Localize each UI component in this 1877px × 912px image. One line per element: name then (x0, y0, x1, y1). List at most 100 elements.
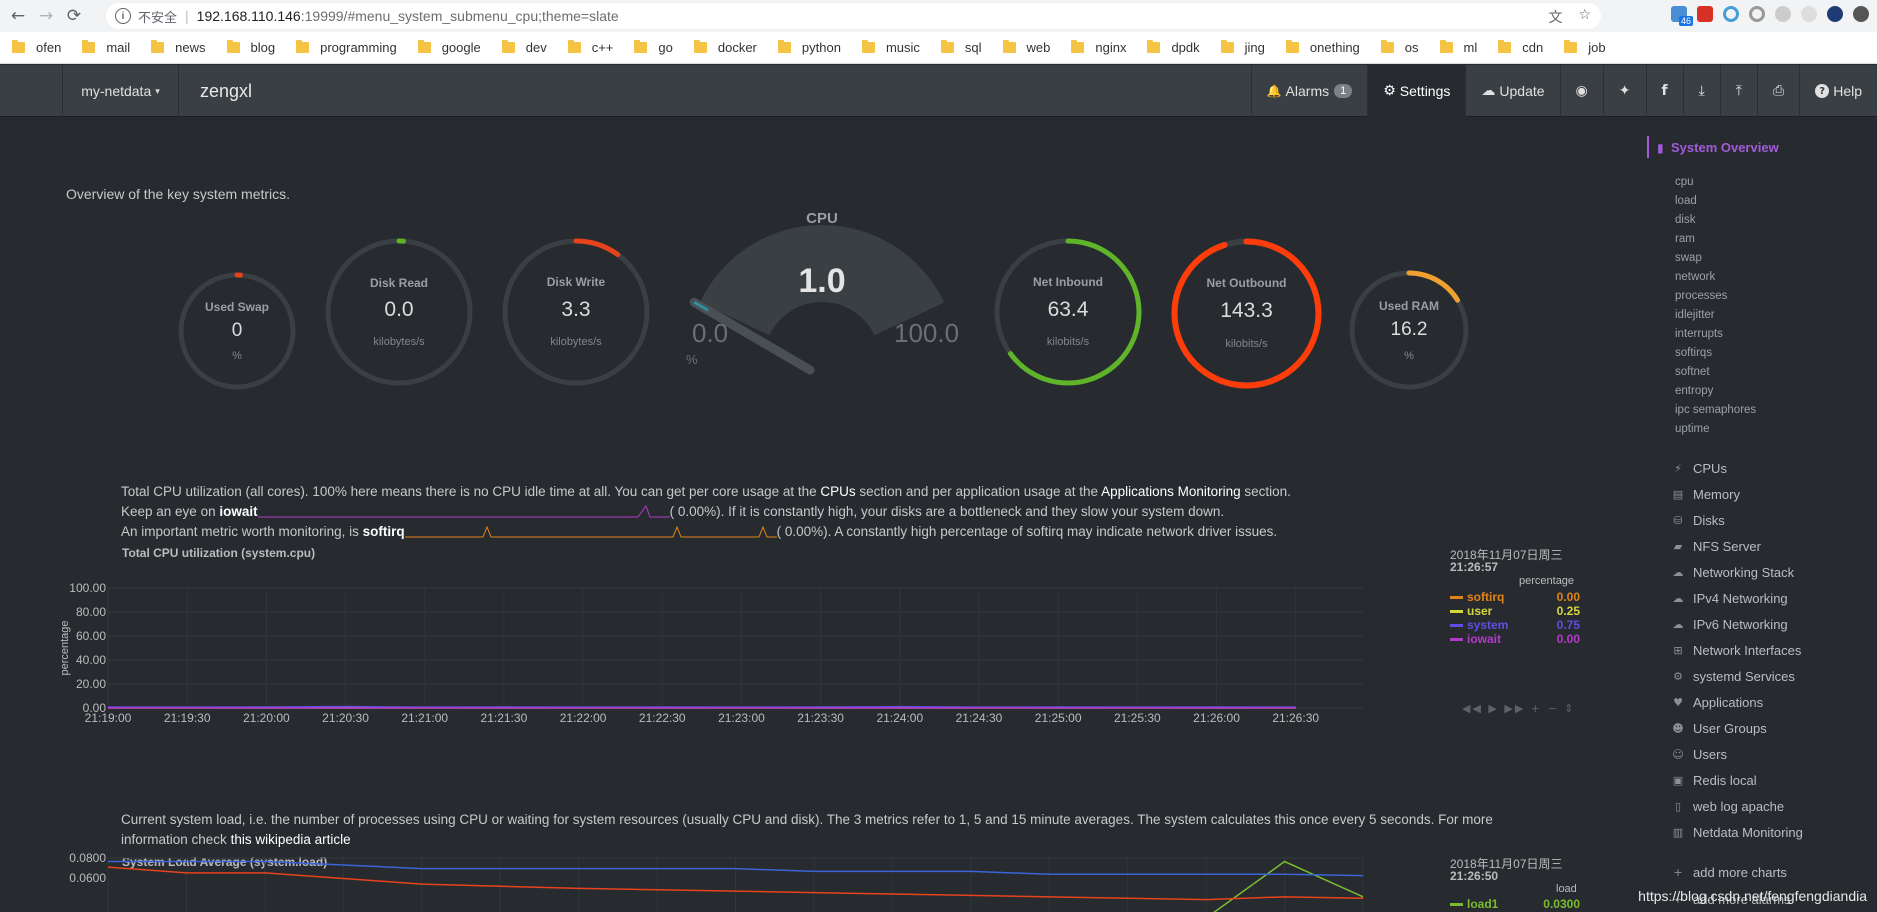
sidebar-item-networking-stack[interactable]: ☁ Networking Stack (1671, 565, 1795, 580)
legend-load1[interactable]: load1 0.0300 (1450, 897, 1580, 911)
used-ram-gauge[interactable]: Used RAM 16.2 % (1347, 268, 1471, 392)
extension-circle-icon[interactable] (1723, 6, 1739, 22)
sidebar-item-nfs-server[interactable]: ▰ NFS Server (1671, 539, 1761, 554)
extension-mail-icon[interactable]: 46 (1671, 6, 1693, 26)
bookmark-news[interactable]: news (151, 40, 206, 55)
my-netdata-menu[interactable]: my-netdata ▾ (62, 65, 179, 117)
bookmark-dev[interactable]: dev (501, 40, 547, 55)
sidebar-item-network-interfaces[interactable]: ⊞ Network Interfaces (1671, 643, 1801, 658)
bookmark-blog[interactable]: blog (226, 40, 275, 55)
sidebar-sub-ipc-semaphores[interactable]: ipc semaphores (1675, 404, 1756, 416)
sidebar-sub-load[interactable]: load (1675, 195, 1697, 207)
sidebar-sub-processes[interactable]: processes (1675, 290, 1727, 302)
info-icon[interactable]: i (115, 8, 131, 24)
upload-button[interactable]: ⤒ (1719, 65, 1757, 117)
bookmark-ml[interactable]: ml (1439, 40, 1477, 55)
sidebar-sub-uptime[interactable]: uptime (1675, 423, 1710, 435)
sidebar-item-users[interactable]: ☺ Users (1671, 747, 1727, 762)
sidebar-item-applications[interactable]: ♥ Applications (1671, 695, 1763, 710)
add-more-charts[interactable]: + add more charts (1671, 865, 1787, 880)
sidebar-sub-cpu[interactable]: cpu (1675, 176, 1694, 188)
sidebar-item-user-groups[interactable]: ☻ User Groups (1671, 721, 1766, 736)
legend-system[interactable]: system 0.75 (1450, 618, 1580, 632)
sidebar-sub-softirqs[interactable]: softirqs (1675, 347, 1712, 359)
star-icon[interactable]: ☆ (1578, 7, 1591, 27)
download-button[interactable]: ⤓ (1682, 65, 1720, 117)
cpu-gauge[interactable]: CPU 1.0 0.0 100.0 % (672, 210, 972, 420)
profile-avatar[interactable] (1853, 6, 1869, 22)
reload-icon[interactable]: ⟳ (60, 2, 88, 30)
bookmark-programming[interactable]: programming (296, 40, 397, 55)
used-swap-gauge[interactable]: Used Swap 0 % (176, 270, 298, 392)
sidebar-item-memory[interactable]: ▤ Memory (1671, 487, 1740, 502)
translate-icon[interactable]: 文 (1548, 7, 1562, 27)
chart-pan-zoom-controls[interactable]: ◀◀ ▶ ▶▶ + − ⇕ (1462, 702, 1575, 715)
extension-ghost-icon[interactable] (1801, 6, 1817, 22)
twitter-button[interactable]: ✦ (1602, 65, 1646, 117)
sidebar-item-disks[interactable]: ⛁ Disks (1671, 513, 1724, 528)
bookmark-web[interactable]: web (1002, 40, 1050, 55)
sidebar-sub-disk[interactable]: disk (1675, 214, 1695, 226)
print-button[interactable]: ⎙ (1757, 65, 1799, 117)
sidebar-item-redis-local[interactable]: ▣ Redis local (1671, 773, 1757, 788)
sidebar-sub-interrupts[interactable]: interrupts (1675, 328, 1723, 340)
cpus-link[interactable]: CPUs (820, 484, 855, 499)
sidebar-sub-idlejitter[interactable]: idlejitter (1675, 309, 1715, 321)
wikipedia-article-link[interactable]: this wikipedia article (231, 832, 351, 847)
legend-user[interactable]: user 0.25 (1450, 604, 1580, 618)
sidebar-item-cpus[interactable]: ⚡ CPUs (1671, 461, 1727, 476)
extension-ring-icon[interactable] (1749, 6, 1765, 22)
net-outbound-gauge[interactable]: Net Outbound 143.3 kilobits/s (1169, 236, 1324, 391)
legend-iowait[interactable]: iowait 0.00 (1450, 632, 1580, 646)
update-button[interactable]: ☁ Update (1465, 65, 1559, 117)
softirq-sparkline[interactable] (404, 524, 777, 540)
sidebar-item-web-log-apache[interactable]: ▯ web log apache (1671, 799, 1784, 814)
bookmark-onething[interactable]: onething (1285, 40, 1360, 55)
bookmark-cdn[interactable]: cdn (1498, 40, 1543, 55)
legend-softirq[interactable]: softirq 0.00 (1450, 590, 1580, 604)
bookmark-nginx[interactable]: nginx (1071, 40, 1126, 55)
bookmark-job[interactable]: job (1564, 40, 1606, 55)
bookmark-mail[interactable]: mail (82, 40, 130, 55)
bookmark-docker[interactable]: docker (693, 40, 757, 55)
load-chart[interactable]: 0.0800 0.0600 (60, 852, 1400, 912)
net-inbound-gauge[interactable]: Net Inbound 63.4 kilobits/s (992, 236, 1144, 388)
disk-write-gauge[interactable]: Disk Write 3.3 kilobytes/s (500, 236, 652, 388)
bookmark-dpdk[interactable]: dpdk (1147, 40, 1200, 55)
sidebar-item-system-overview[interactable]: System Overview (1671, 140, 1779, 155)
back-icon[interactable]: ← (4, 2, 32, 30)
help-button[interactable]: ? Help (1799, 65, 1877, 117)
sidebar-sub-network[interactable]: network (1675, 271, 1715, 283)
bookmark-jing[interactable]: jing (1220, 40, 1265, 55)
bookmark-go[interactable]: go (634, 40, 673, 55)
sidebar-item-ipv4-networking[interactable]: ☁ IPv4 Networking (1671, 591, 1788, 606)
github-button[interactable]: ◉ (1559, 65, 1603, 117)
extension-shield-icon[interactable] (1827, 6, 1843, 22)
forward-icon[interactable]: → (32, 2, 60, 30)
sidebar-sub-entropy[interactable]: entropy (1675, 385, 1713, 397)
bookmark-google[interactable]: google (417, 40, 481, 55)
extension-adblock-icon[interactable] (1697, 6, 1713, 22)
bookmark-sql[interactable]: sql (940, 40, 982, 55)
hostname[interactable]: zengxl (200, 81, 252, 102)
sidebar-sub-softnet[interactable]: softnet (1675, 366, 1710, 378)
bookmark-python[interactable]: python (777, 40, 841, 55)
address-bar[interactable]: i 不安全 | 192.168.110.146:19999/#menu_syst… (106, 3, 1601, 29)
iowait-sparkline[interactable] (257, 504, 670, 520)
applications-monitoring-link[interactable]: Applications Monitoring (1101, 484, 1241, 499)
facebook-button[interactable]: f (1645, 65, 1683, 117)
sidebar-item-netdata-monitoring[interactable]: ▥ Netdata Monitoring (1671, 825, 1803, 840)
disk-read-gauge[interactable]: Disk Read 0.0 kilobytes/s (323, 236, 475, 388)
sidebar-item-systemd-services[interactable]: ⚙ systemd Services (1671, 669, 1795, 684)
bookmark-os[interactable]: os (1380, 40, 1419, 55)
bookmark-music[interactable]: music (861, 40, 920, 55)
sidebar-item-ipv6-networking[interactable]: ☁ IPv6 Networking (1671, 617, 1788, 632)
sidebar-sub-ram[interactable]: ram (1675, 233, 1695, 245)
cpu-chart[interactable]: 100.0080.0060.0040.0020.000.0021:19:00 21… (60, 558, 1400, 738)
extension-bird-icon[interactable] (1775, 6, 1791, 22)
settings-button[interactable]: ⚙ Settings (1367, 65, 1466, 117)
sidebar-sub-swap[interactable]: swap (1675, 252, 1702, 264)
bookmark-ofen[interactable]: ofen (12, 40, 61, 55)
alarms-button[interactable]: 🔔 Alarms 1 (1250, 65, 1368, 117)
bookmark-cpp[interactable]: c++ (567, 40, 613, 55)
